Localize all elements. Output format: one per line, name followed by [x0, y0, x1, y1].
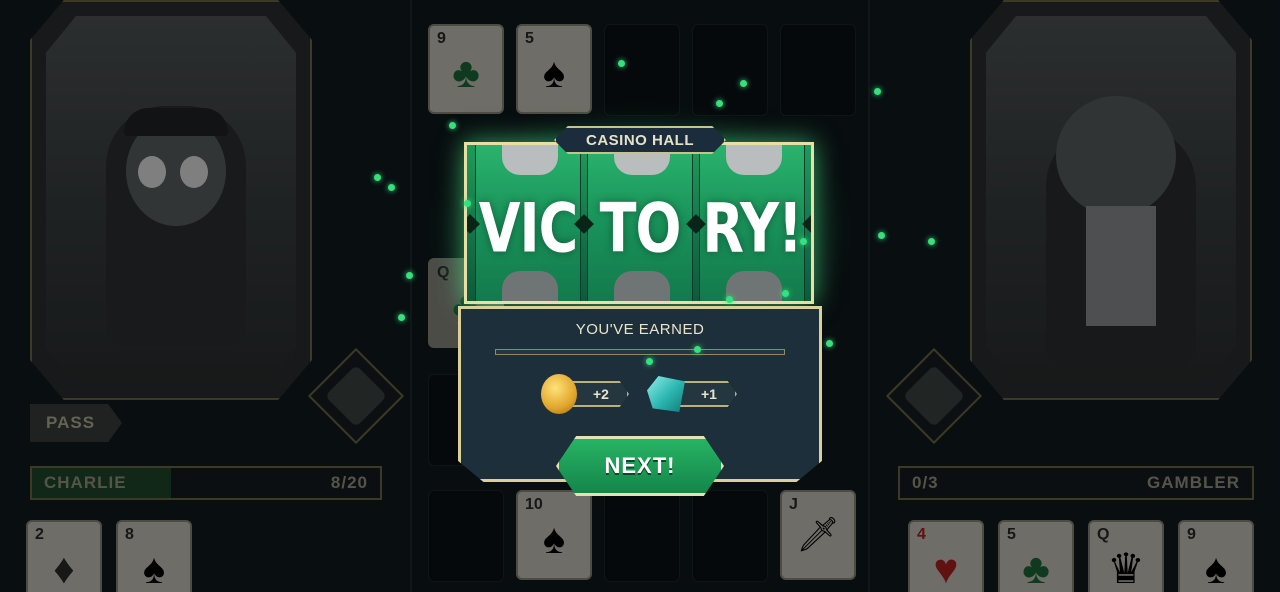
gem-reward: +1 [647, 376, 737, 412]
gold-coin-icon [541, 374, 577, 414]
coin-reward: +2 [541, 374, 629, 414]
victory-reel-3: RY! [699, 145, 805, 301]
game-scene: PASS CHARLIE 8/20 2 ♦ 8 ♠ 9 ♣ 5 ♠ Q ♣ [0, 0, 1280, 592]
victory-banner: VIC TO RY! [464, 142, 814, 304]
victory-reel-2: TO [587, 145, 693, 301]
victory-reel-1: VIC [475, 145, 581, 301]
next-button[interactable]: NEXT! [556, 436, 724, 496]
gem-icon [647, 376, 685, 412]
divider [495, 349, 785, 355]
casino-hall-label: CASINO HALL [554, 126, 726, 154]
earned-title: YOU'VE EARNED [575, 321, 705, 338]
